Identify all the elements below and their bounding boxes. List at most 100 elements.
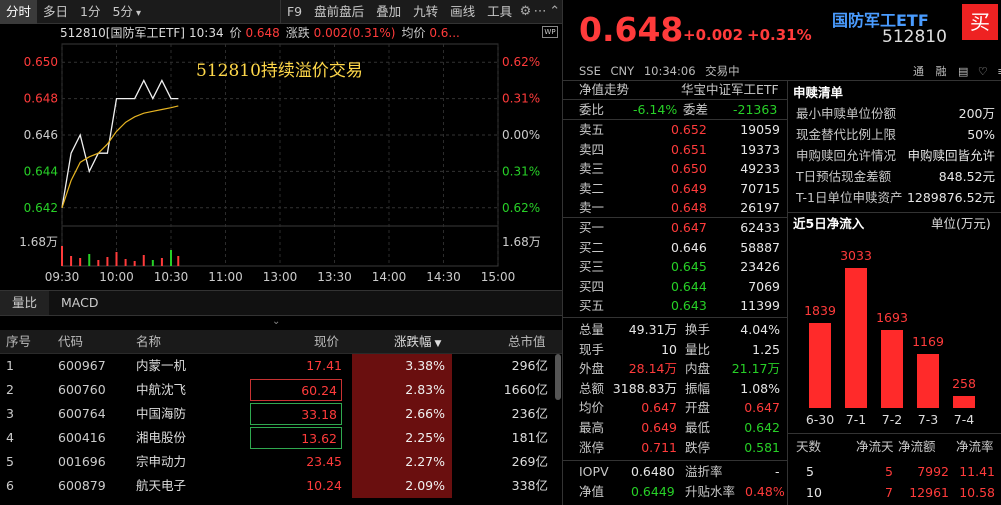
stock-icon[interactable]: ▤ — [958, 65, 968, 78]
ask-label: 卖三 — [579, 161, 605, 177]
bid-price[interactable]: 0.645 — [671, 257, 707, 276]
ask-price[interactable]: 0.652 — [671, 120, 707, 139]
nav2-value: 0.6449 — [631, 484, 675, 499]
col-code[interactable]: 代码 — [58, 330, 83, 354]
x-tick: 15:00 — [481, 270, 516, 284]
wc-value: -21363 — [733, 102, 778, 117]
buy-button[interactable]: 买 — [962, 4, 998, 40]
table-row[interactable]: 6 600879 航天电子 10.24 2.09% 338亿 — [0, 474, 554, 498]
flow-bar[interactable] — [881, 329, 903, 408]
ask-price[interactable]: 0.648 — [671, 198, 707, 217]
list-scrollbar[interactable] — [555, 354, 561, 400]
volume-axis-label: 1.68万 — [19, 235, 58, 249]
col-price[interactable]: 现价 — [314, 330, 339, 354]
premarket-button[interactable]: 盘前盘后 — [308, 0, 370, 24]
bid-price[interactable]: 0.643 — [671, 296, 707, 315]
flow-bar-value: 258 — [952, 376, 976, 392]
stat-label: 换手 — [685, 322, 711, 337]
flow-bar[interactable] — [809, 323, 831, 408]
bid-price[interactable]: 0.644 — [671, 277, 707, 296]
tab-multiday[interactable]: 多日 — [37, 0, 74, 24]
flow-bar[interactable] — [845, 268, 867, 408]
iopv-value: 0.6480 — [631, 464, 675, 479]
heart-icon[interactable]: ♡ — [978, 65, 988, 78]
tab-macd[interactable]: MACD — [49, 291, 110, 315]
wc-label: 委差 — [683, 102, 709, 117]
wp-badge[interactable]: WP — [542, 26, 558, 38]
tab-5min[interactable]: 5分 ▾ — [106, 0, 146, 24]
right-panel: 0.648 +0.002 +0.31% 国防军工ETF 512810 SSE C… — [562, 0, 1001, 505]
menu-icon[interactable]: ≡ — [997, 65, 1001, 78]
table-row[interactable]: 3 600764 中国海防 33.18 2.66% 236亿 — [0, 402, 554, 426]
premium-value: - — [775, 464, 780, 479]
nav-trend-link[interactable]: 净值走势 — [579, 80, 629, 99]
table-row[interactable]: 4 600416 湘电股份 13.62 2.25% 181亿 — [0, 426, 554, 450]
tab-intraday[interactable]: 分时 — [0, 0, 38, 24]
tong-icon[interactable]: 通 — [913, 65, 924, 78]
ask-volume: 26197 — [740, 200, 780, 216]
x-tick: 09:30 — [45, 270, 80, 284]
y-right-tick: 0.62% — [502, 55, 540, 69]
redeem-value: 200万 — [958, 106, 995, 121]
f9-button[interactable]: F9 — [279, 0, 308, 24]
col-cap[interactable]: 总市值 — [508, 330, 546, 354]
col-name[interactable]: 名称 — [136, 330, 161, 354]
cell-code: 600760 — [58, 382, 106, 397]
bid-label: 买五 — [579, 298, 605, 314]
intraday-chart[interactable]: 0.650 0.62% 0.648 0.31% 0.646 0.00% 0.644 0.31%… — [0, 40, 562, 288]
flow-bar-date: 7-1 — [845, 412, 867, 427]
col-change[interactable]: 涨跌幅 ▼ — [394, 330, 441, 354]
cell-name: 宗申动力 — [136, 454, 187, 469]
bid-price[interactable]: 0.646 — [671, 238, 707, 257]
y-left-tick: 0.646 — [24, 128, 58, 142]
chart-price: 0.648 — [245, 26, 280, 40]
redeem-label: T-1日单位申赎资产 — [796, 190, 903, 205]
volume-bar — [115, 252, 118, 266]
flow-bar-value: 1693 — [876, 309, 908, 325]
x-tick: 13:00 — [263, 270, 298, 284]
table-row[interactable]: 2 600760 中航沈飞 60.24 2.83% 1660亿 — [0, 378, 554, 402]
ask-price[interactable]: 0.650 — [671, 159, 707, 178]
draw-line-button[interactable]: 画线 — [444, 0, 481, 24]
volume-bar — [61, 246, 63, 266]
more-icon[interactable]: ⋯ — [533, 0, 548, 24]
flow-bar[interactable] — [953, 396, 975, 408]
tab-volume-ratio[interactable]: 量比 — [0, 291, 50, 315]
redeem-label: T日预估现金差额 — [796, 169, 892, 184]
flow-col-header: 净流率 — [956, 439, 994, 454]
tab-1min[interactable]: 1分 — [74, 0, 106, 24]
flow-cell: 7992 — [917, 464, 949, 479]
overlay-button[interactable]: 叠加 — [370, 0, 407, 24]
index-name[interactable]: 华宝中证军工ETF — [681, 80, 779, 99]
gear-icon[interactable]: ⚙ — [518, 0, 533, 24]
stat-label: 量比 — [685, 341, 711, 357]
tools-button[interactable]: 工具 — [481, 0, 518, 24]
cell-idx: 6 — [6, 478, 14, 493]
flow-unit: 单位(万元) — [931, 216, 991, 231]
indicator-tabs: 量比 MACD — [0, 290, 562, 316]
up-icon[interactable]: ⌃ — [547, 0, 562, 24]
quote-price: 0.648 — [579, 10, 684, 49]
ask-volume: 70715 — [740, 180, 780, 196]
market-info: SSE CNY 10:34:06 交易中 — [579, 63, 740, 79]
rong-icon[interactable]: 融 — [936, 65, 947, 78]
ask-price[interactable]: 0.651 — [671, 140, 707, 159]
cell-code: 001696 — [58, 454, 106, 469]
price-label: 价 — [229, 26, 242, 40]
bid-price[interactable]: 0.647 — [671, 218, 707, 237]
stat-label: 内盘 — [685, 361, 711, 377]
ask-price[interactable]: 0.649 — [671, 179, 707, 198]
nine-turn-button[interactable]: 九转 — [407, 0, 444, 24]
flow-bar[interactable] — [917, 354, 939, 408]
volume-bar — [170, 250, 172, 266]
redeem-label: 现金替代比例上限 — [796, 127, 897, 142]
stat-value: 0.647 — [641, 400, 677, 416]
table-row[interactable]: 5 001696 宗申动力 23.45 2.27% 269亿 — [0, 450, 554, 474]
collapse-handle-icon[interactable]: ⌄ — [272, 316, 280, 327]
col-idx[interactable]: 序号 — [6, 330, 31, 354]
quote-pct: +0.31% — [747, 26, 812, 44]
table-row[interactable]: 1 600967 内蒙一机 17.41 3.38% 296亿 — [0, 354, 554, 378]
cell-cap: 236亿 — [511, 406, 548, 421]
volume-bar — [177, 256, 180, 266]
volume-bar — [106, 257, 109, 266]
